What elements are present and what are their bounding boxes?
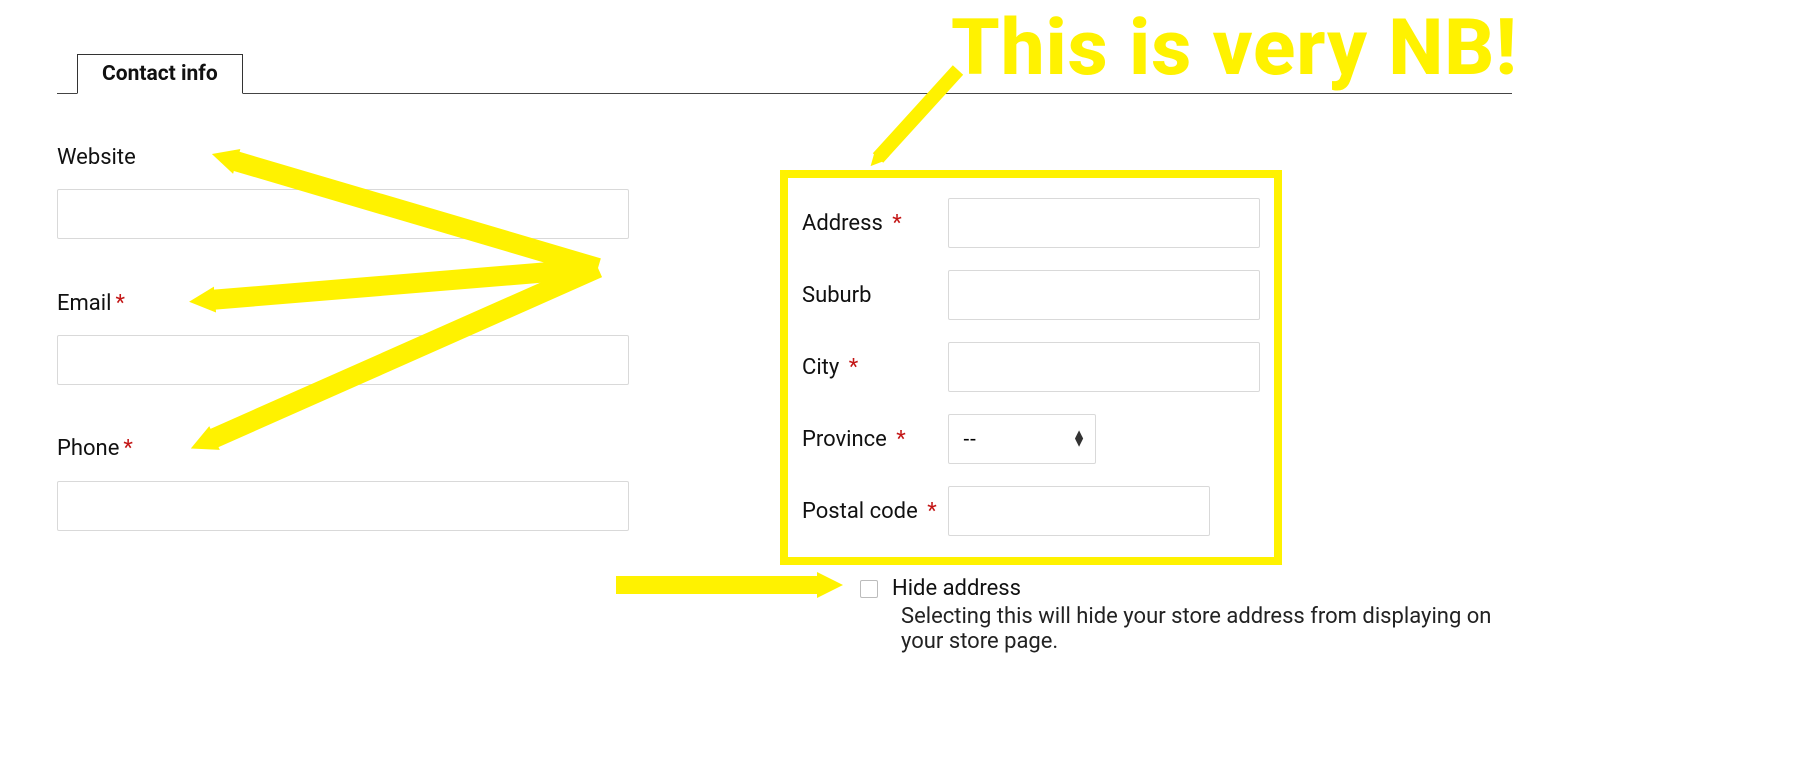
- address-input[interactable]: [948, 198, 1260, 248]
- phone-label: Phone*: [57, 436, 133, 461]
- province-select[interactable]: --: [948, 414, 1096, 464]
- hide-address-checkbox[interactable]: [860, 580, 878, 598]
- email-input[interactable]: [57, 335, 629, 385]
- postal-label: Postal code *: [802, 499, 948, 524]
- annotation-text: This is very NB!: [951, 3, 1518, 94]
- phone-input[interactable]: [57, 481, 629, 531]
- arrow-to-email: [210, 268, 598, 300]
- required-star: *: [123, 436, 132, 461]
- website-label: Website: [57, 145, 136, 170]
- address-label: Address *: [802, 211, 948, 236]
- city-label: City *: [802, 355, 948, 380]
- postal-input[interactable]: [948, 486, 1210, 536]
- hide-address-label: Hide address: [892, 576, 1021, 601]
- address-highlight-box: Address * Suburb City * Province * --: [780, 170, 1282, 565]
- province-label: Province *: [802, 427, 948, 452]
- suburb-label: Suburb: [802, 283, 948, 308]
- city-input[interactable]: [948, 342, 1260, 392]
- tab-label: Contact info: [102, 62, 218, 86]
- suburb-input[interactable]: [948, 270, 1260, 320]
- required-star: *: [115, 291, 124, 316]
- hide-address-description: Selecting this will hide your store addr…: [901, 604, 1512, 654]
- tab-contact-info[interactable]: Contact info: [77, 54, 243, 94]
- website-input[interactable]: [57, 189, 629, 239]
- email-label: Email*: [57, 291, 125, 316]
